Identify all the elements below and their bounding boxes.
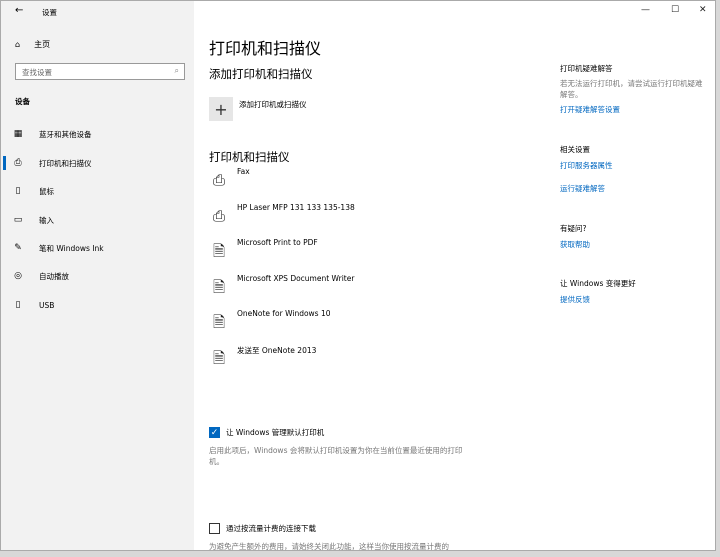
related-title: 相关设置 [560,145,590,154]
checkbox-box [209,523,220,534]
printer-name: OneNote for Windows 10 [237,309,331,318]
add-heading: 添加打印机和扫描仪 [209,67,313,81]
search-icon: ⌕ [174,66,179,75]
home-label: 主页 [34,40,51,49]
printer-item[interactable]: 🗎 Microsoft XPS Document Writer [209,274,355,298]
sidebar-item-pen[interactable]: ✎ 笔和 Windows Ink [1,237,194,259]
list-heading: 打印机和扫描仪 [209,150,290,164]
printer-item[interactable]: ⎙ Fax [209,167,250,191]
document-printer-icon: 🗎 [212,242,226,260]
back-button[interactable]: ← [15,5,23,16]
add-printer-button[interactable]: + [209,97,233,121]
metered-checkbox[interactable]: 通过按流量计费的连接下载 [209,523,316,534]
printer-item[interactable]: 🗎 发送至 OneNote 2013 [209,346,317,369]
mouse-icon: ▯ [15,186,21,196]
metered-desc: 为避免产生额外的费用，请始终关闭此功能，这样当你使用按流量计费的 [209,542,449,551]
search-input[interactable]: 查找设置 ⌕ [15,63,185,80]
add-printer-label[interactable]: 添加打印机或扫描仪 [239,99,307,110]
run-troubleshoot-link[interactable]: 运行疑难解答 [560,183,710,194]
printer-item[interactable]: 🗎 OneNote for Windows 10 [209,309,331,333]
sidebar-item-bluetooth[interactable]: ▦ 蓝牙和其他设备 [1,123,194,145]
printer-item[interactable]: ⎙ HP Laser MFP 131 133 135-138 [209,203,355,227]
default-printer-checkbox[interactable]: ✓ 让 Windows 管理默认打印机 [209,427,324,438]
keyboard-icon: ▭ [13,215,23,225]
troubleshoot-title: 打印机疑难解答 [560,64,613,73]
printer-name: HP Laser MFP 131 133 135-138 [237,203,355,212]
get-help-link[interactable]: 获取帮助 [560,239,710,250]
sidebar-item-label: 自动播放 [39,271,69,281]
printer-icon: ⎙ [212,207,225,225]
settings-window: ← 设置 ⌂ 主页 查找设置 ⌕ 设备 ▦ 蓝牙和其他设备 ⎙ 打印机和扫描仪 ▯ 鼠标 … [0,0,716,551]
autoplay-icon: ◎ [14,271,22,281]
printer-name: Microsoft Print to PDF [237,238,318,247]
checkbox-label: 通过按流量计费的连接下载 [226,524,316,533]
usb-icon: ▯ [15,300,21,310]
better-title: 让 Windows 变得更好 [560,279,636,288]
checkbox-label: 让 Windows 管理默认打印机 [226,428,325,437]
pen-icon: ✎ [14,243,22,253]
home-link[interactable]: ⌂ 主页 [15,39,50,50]
printer-name: 发送至 OneNote 2013 [237,346,317,355]
printer-name: Microsoft XPS Document Writer [237,274,355,283]
sidebar: ← 设置 ⌂ 主页 查找设置 ⌕ 设备 ▦ 蓝牙和其他设备 ⎙ 打印机和扫描仪 ▯ 鼠标 … [1,1,194,550]
app-title: 设置 [42,8,57,17]
document-printer-icon: 🗎 [212,278,226,296]
search-placeholder: 查找设置 [22,68,52,77]
sidebar-item-autoplay[interactable]: ◎ 自动播放 [1,265,194,287]
sidebar-item-printers[interactable]: ⎙ 打印机和扫描仪 [1,152,194,174]
minimize-button[interactable]: — [641,5,650,15]
default-printer-desc: 启用此项后，Windows 会将默认打印机设置为你在当前位置最近使用的打印机。 [209,446,463,466]
page-title: 打印机和扫描仪 [209,39,322,58]
open-troubleshoot-link[interactable]: 打开疑难解答设置 [560,104,710,115]
plus-icon: + [214,99,228,119]
sidebar-item-label: 鼠标 [39,186,54,196]
question-title: 有疑问? [560,224,587,233]
sidebar-item-label: USB [39,300,55,310]
home-icon: ⌂ [15,40,21,49]
section-heading: 设备 [15,97,30,106]
troubleshoot-desc: 若无法运行打印机，请尝试运行打印机疑难解答。 [560,79,703,99]
maximize-button[interactable]: ☐ [671,5,679,15]
sidebar-item-label: 蓝牙和其他设备 [39,129,92,139]
sidebar-item-label: 打印机和扫描仪 [39,158,92,168]
printer-item[interactable]: 🗎 Microsoft Print to PDF [209,238,318,262]
sidebar-item-mouse[interactable]: ▯ 鼠标 [1,180,194,202]
sidebar-item-label: 笔和 Windows Ink [39,243,104,253]
printer-name: Fax [237,167,250,176]
printer-icon: ⎙ [212,171,225,189]
close-button[interactable]: ✕ [699,5,707,15]
bluetooth-devices-icon: ▦ [13,129,23,139]
sidebar-item-typing[interactable]: ▭ 输入 [1,209,194,231]
document-printer-icon: 🗎 [212,313,226,331]
feedback-link[interactable]: 提供反馈 [560,294,710,305]
checkmark-icon: ✓ [209,427,220,438]
print-server-link[interactable]: 打印服务器属性 [560,160,710,171]
sidebar-item-label: 输入 [39,215,54,225]
sidebar-item-usb[interactable]: ▯ USB [1,294,194,316]
printer-icon: ⎙ [14,158,22,168]
document-printer-icon: 🗎 [212,349,226,367]
